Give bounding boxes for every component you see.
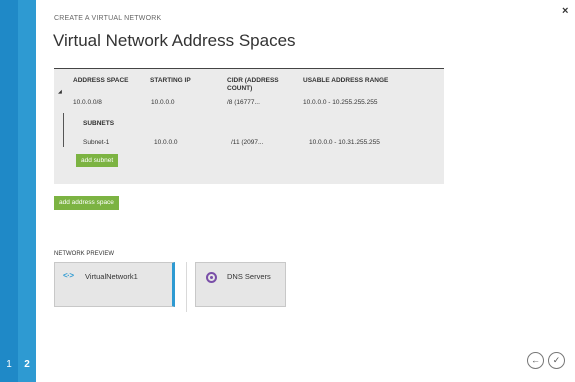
header-usable-range: USABLE ADDRESS RANGE bbox=[303, 77, 389, 84]
preview-card-virtual-network[interactable]: <·> VirtualNetwork1 bbox=[54, 262, 175, 307]
subnet-starting-ip[interactable]: 10.0.0.0 bbox=[154, 139, 178, 146]
header-starting-ip: STARTING IP bbox=[150, 77, 191, 84]
step-1[interactable]: 1 bbox=[0, 359, 18, 370]
preview-divider bbox=[186, 262, 187, 312]
step-2[interactable]: 2 bbox=[18, 359, 36, 370]
subnet-usable-range: 10.0.0.0 - 10.31.255.255 bbox=[309, 139, 380, 146]
virtual-network-icon: <·> bbox=[63, 271, 74, 280]
subnets-label: SUBNETS bbox=[83, 120, 115, 127]
collapse-caret-icon[interactable]: ◢ bbox=[58, 89, 62, 95]
subnet-name[interactable]: Subnet-1 bbox=[83, 139, 109, 146]
wizard-step-rail-active bbox=[0, 0, 18, 382]
address-space-value[interactable]: 10.0.0.0/8 bbox=[73, 99, 102, 106]
preview-card-label: VirtualNetwork1 bbox=[85, 272, 138, 281]
back-arrow-icon[interactable]: ← bbox=[527, 352, 544, 369]
wizard-step-rail: 1 2 bbox=[0, 0, 36, 382]
preview-card-dns-servers[interactable]: DNS Servers bbox=[195, 262, 286, 307]
address-space-starting-ip[interactable]: 10.0.0.0 bbox=[151, 99, 175, 106]
close-icon[interactable]: × bbox=[562, 5, 568, 17]
wizard-subtitle: CREATE A VIRTUAL NETWORK bbox=[54, 15, 162, 22]
page-title: Virtual Network Address Spaces bbox=[53, 31, 296, 50]
header-address-space: ADDRESS SPACE bbox=[73, 77, 129, 84]
complete-check-icon[interactable]: ✓ bbox=[548, 352, 565, 369]
add-subnet-button[interactable]: add subnet bbox=[76, 154, 119, 167]
add-address-space-button[interactable]: add address space bbox=[54, 196, 119, 210]
step-indicators: 1 2 bbox=[0, 359, 36, 370]
dns-servers-icon bbox=[206, 272, 217, 283]
preview-card-label: DNS Servers bbox=[227, 272, 271, 281]
address-space-usable-range: 10.0.0.0 - 10.255.255.255 bbox=[303, 99, 378, 106]
subnet-tree-line bbox=[63, 113, 64, 147]
subnet-cidr[interactable]: /11 (2097... bbox=[231, 139, 263, 146]
address-space-panel: ADDRESS SPACE STARTING IP CIDR (ADDRESS … bbox=[54, 68, 444, 184]
address-space-cidr[interactable]: /8 (16777... bbox=[227, 99, 260, 106]
network-preview-label: NETWORK PREVIEW bbox=[54, 251, 115, 257]
header-cidr: CIDR (ADDRESS COUNT) bbox=[227, 77, 279, 92]
